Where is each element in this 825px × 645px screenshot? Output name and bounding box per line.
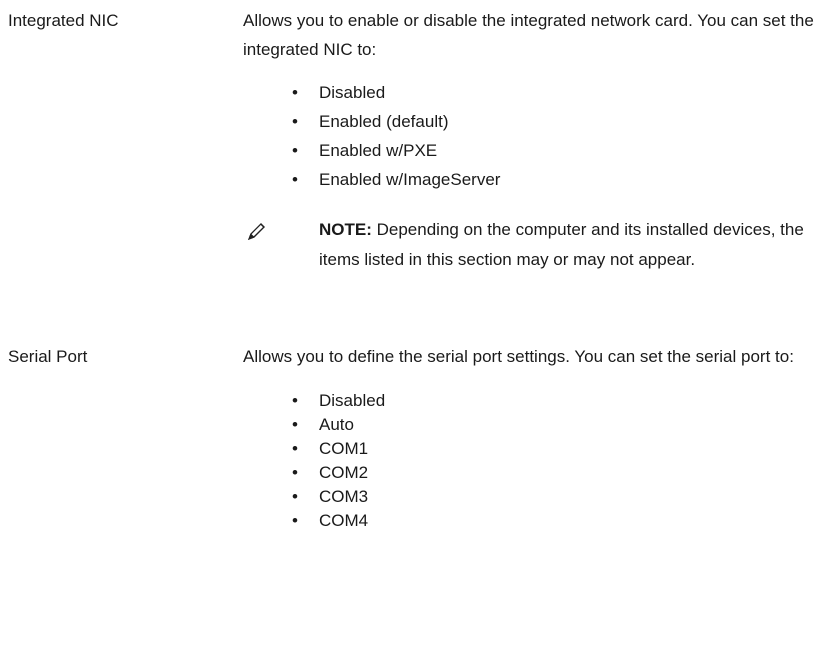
document-page: { "entries": [ { "term": "Integrated NIC…: [0, 0, 825, 645]
bullet-icon: •: [292, 112, 298, 131]
option-list: • Disabled • Auto • COM1 • COM2 • COM3 • COM4: [243, 389, 823, 533]
list-item: • Enabled (default): [243, 107, 823, 136]
bullet-icon: •: [292, 463, 298, 482]
term-serial-port: Serial Port: [8, 347, 88, 366]
list-item: • COM4: [243, 509, 823, 533]
description-text: Allows you to enable or disable the inte…: [243, 11, 814, 59]
list-item: • Auto: [243, 413, 823, 437]
bullet-icon: •: [292, 439, 298, 458]
bullet-icon: •: [292, 511, 298, 530]
bullet-icon: •: [292, 391, 298, 410]
bullet-icon: •: [292, 415, 298, 434]
list-item: • COM2: [243, 461, 823, 485]
bullet-icon: •: [292, 141, 298, 160]
pencil-note-icon: [248, 223, 265, 240]
list-item: • Enabled w/PXE: [243, 136, 823, 165]
bullet-icon: •: [292, 487, 298, 506]
list-item: • COM1: [243, 437, 823, 461]
list-item: • Disabled: [243, 389, 823, 413]
description-integrated-nic: Allows you to enable or disable the inte…: [243, 6, 823, 275]
bullet-icon: •: [292, 170, 298, 189]
note-box: NOTE: Depending on the computer and its …: [243, 215, 825, 275]
option-list: • Disabled • Enabled (default) • Enabled w/…: [243, 78, 823, 194]
description-serial-port: Allows you to define the serial port set…: [243, 342, 823, 533]
note-label: NOTE:: [319, 220, 372, 239]
note-text: Depending on the computer and its instal…: [319, 220, 804, 269]
list-item: • Disabled: [243, 78, 823, 107]
description-text: Allows you to define the serial port set…: [243, 347, 794, 366]
list-item: • COM3: [243, 485, 823, 509]
list-item: • Enabled w/ImageServer: [243, 165, 823, 194]
term-integrated-nic: Integrated NIC: [8, 11, 119, 30]
bullet-icon: •: [292, 83, 298, 102]
